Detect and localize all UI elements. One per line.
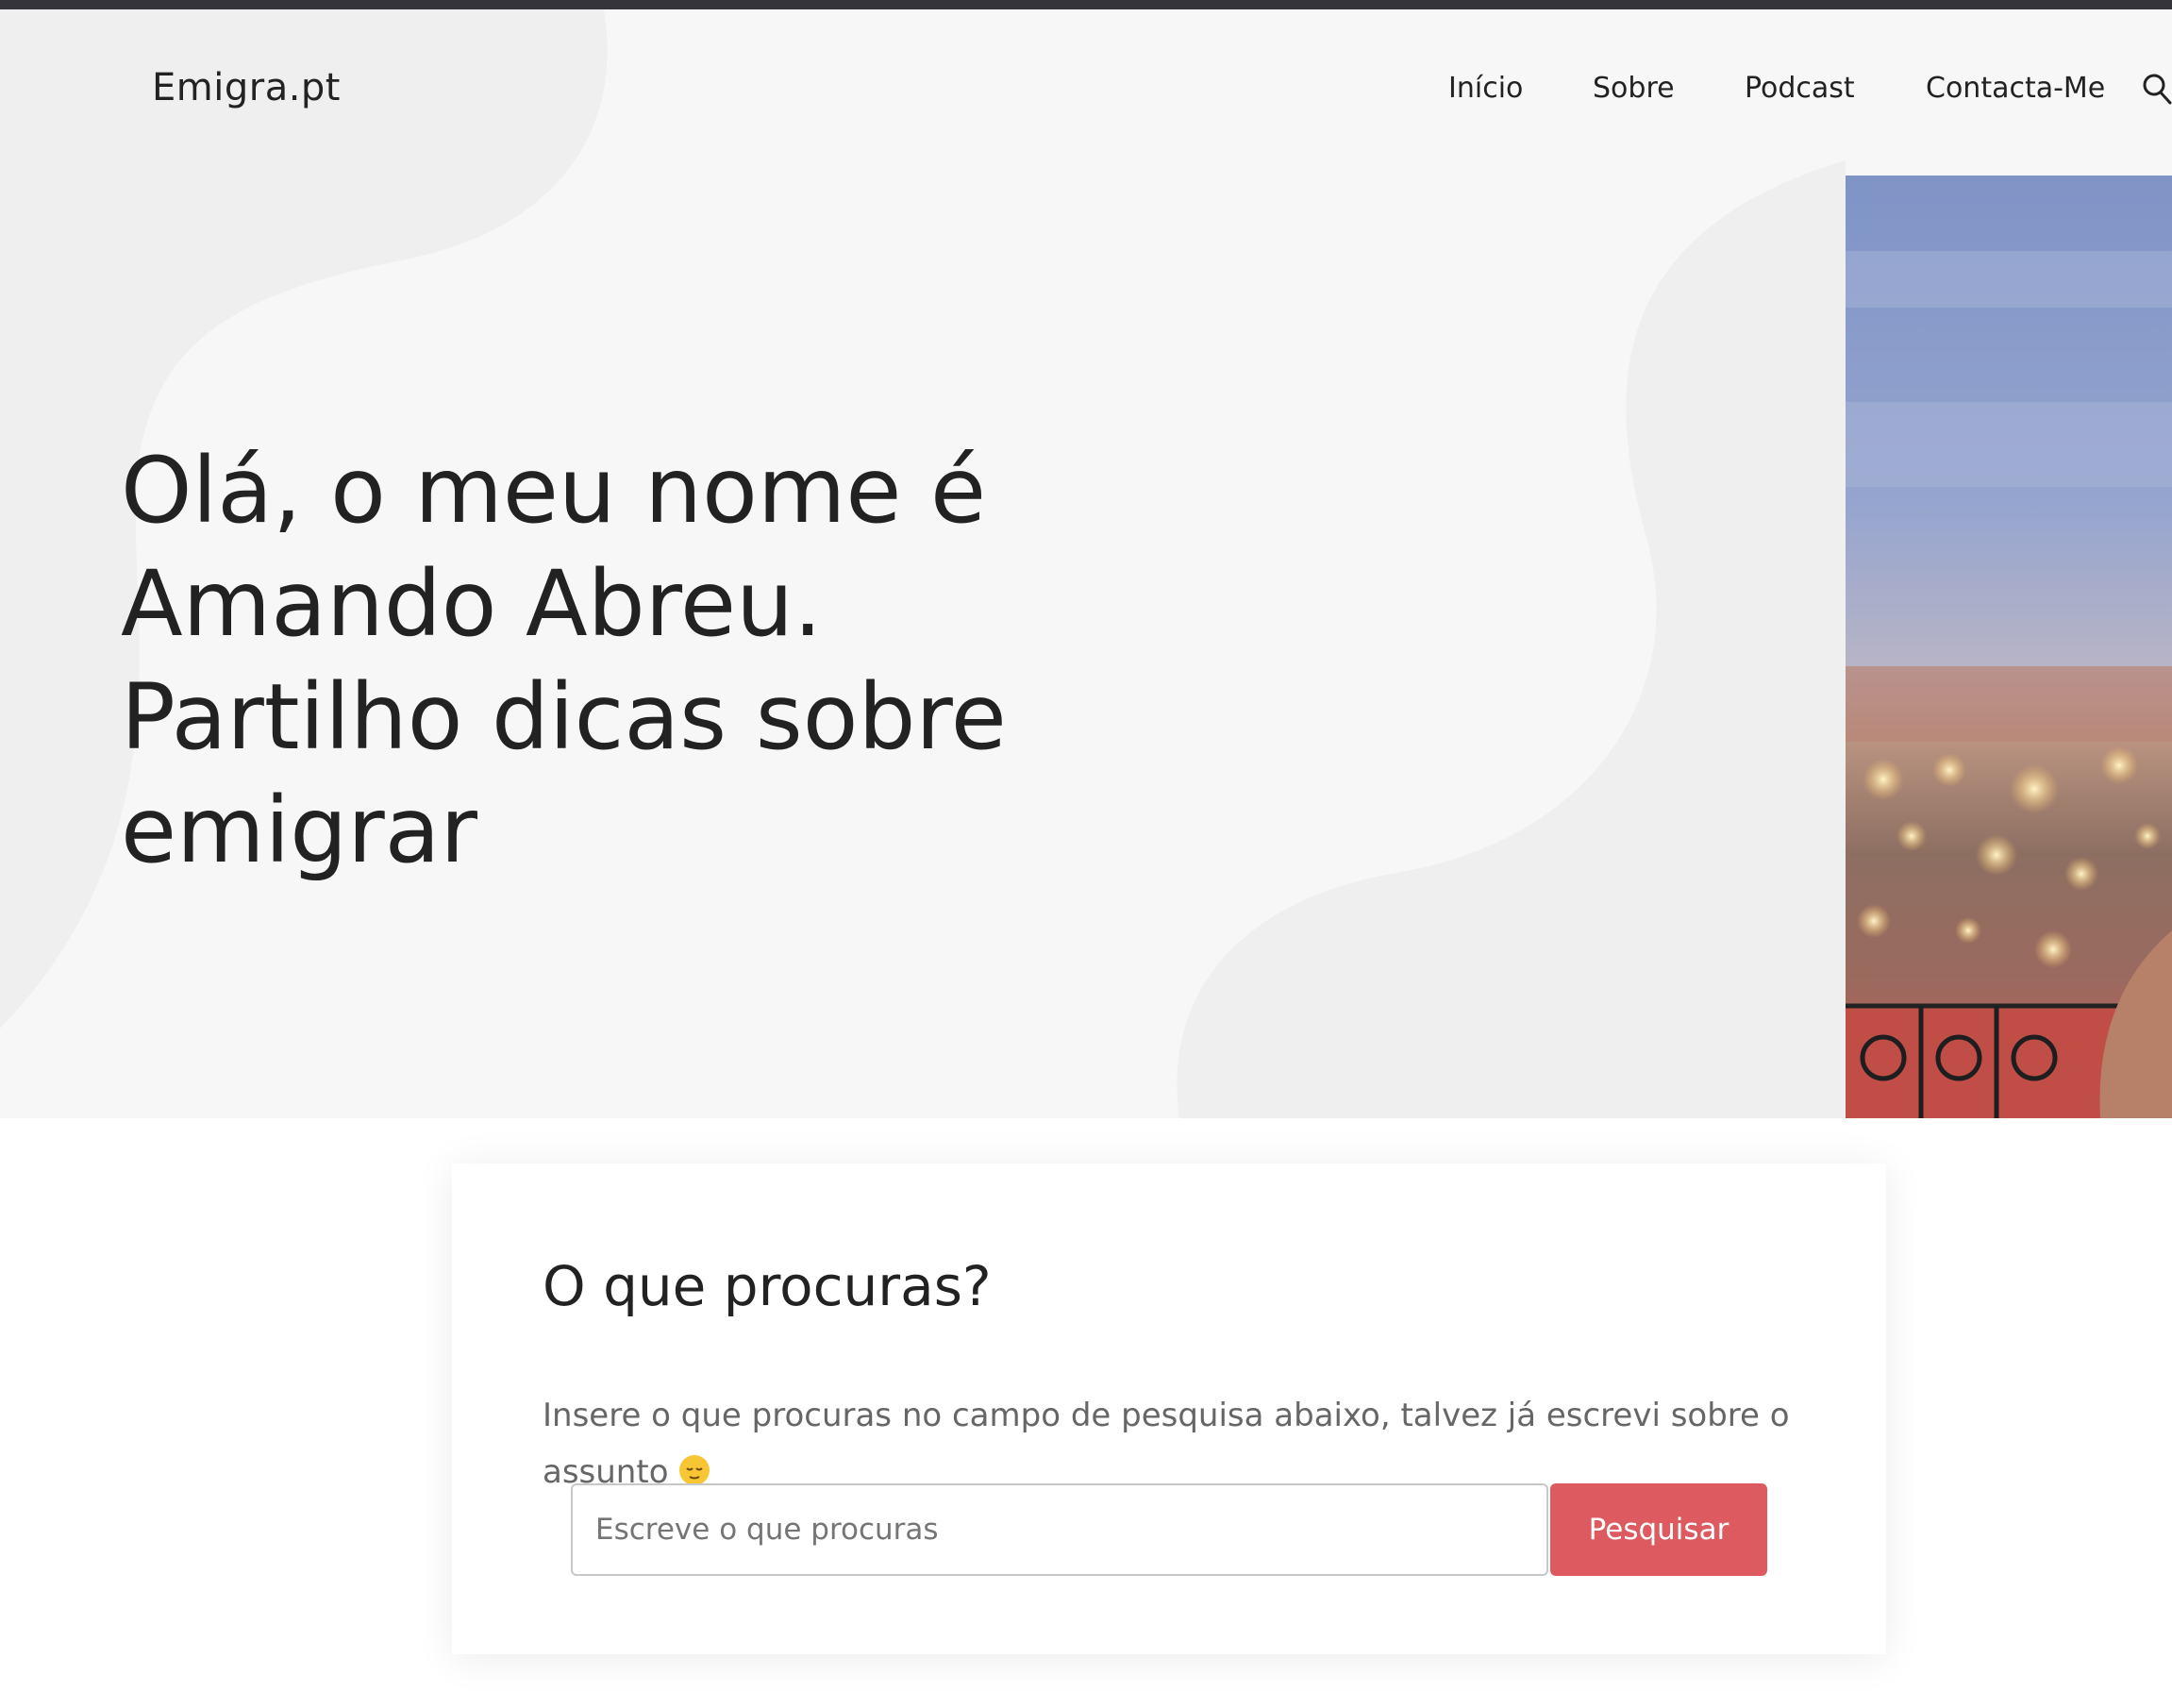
nav-item-inicio[interactable]: Início [1448,72,1523,105]
search-input[interactable] [571,1483,1548,1576]
hero-heading: Olá, o meu nome é Amando Abreu. Partilho… [121,434,1121,887]
hero-photo [1846,176,2172,1118]
search-card-description-text: Insere o que procuras no campo de pesqui… [543,1397,1790,1491]
hero-heading-line: Olá, o meu nome é [121,438,987,544]
hero-section: Emigra.pt Início Sobre Podcast Contacta-… [0,9,2172,1118]
search-icon[interactable] [2142,72,2172,106]
hero-heading-line: emigrar [121,778,477,883]
content-section: O que procuras? Insere o que procuras no… [0,1118,2172,1708]
site-logo[interactable]: Emigra.pt [152,66,341,109]
top-border-bar [0,0,2172,9]
relieved-face-emoji-icon [678,1455,710,1485]
hero-heading-line: Partilho dicas sobre [121,664,1007,770]
nav-item-podcast[interactable]: Podcast [1745,72,1855,105]
search-card-title: O que procuras? [543,1254,992,1318]
search-card: O que procuras? Insere o que procuras no… [452,1164,1886,1654]
search-button[interactable]: Pesquisar [1550,1483,1767,1576]
nav-item-sobre[interactable]: Sobre [1593,72,1675,105]
hero-heading-line: Amando Abreu. [121,551,823,657]
nav-item-contacta-me[interactable]: Contacta-Me [1926,72,2105,105]
